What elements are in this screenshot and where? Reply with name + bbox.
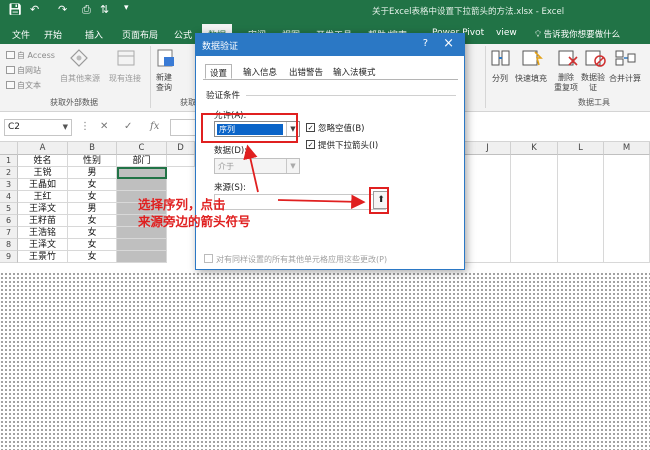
annotation-arrows	[243, 144, 366, 209]
annotation-line-1: 选择序列，点击	[138, 197, 226, 212]
annotation-text: 选择序列，点击 来源旁边的箭头符号	[138, 196, 251, 230]
arrow-to-source-button	[277, 194, 366, 209]
annotation-line-2: 来源旁边的箭头符号	[138, 214, 251, 229]
arrow-to-allow	[243, 144, 259, 193]
